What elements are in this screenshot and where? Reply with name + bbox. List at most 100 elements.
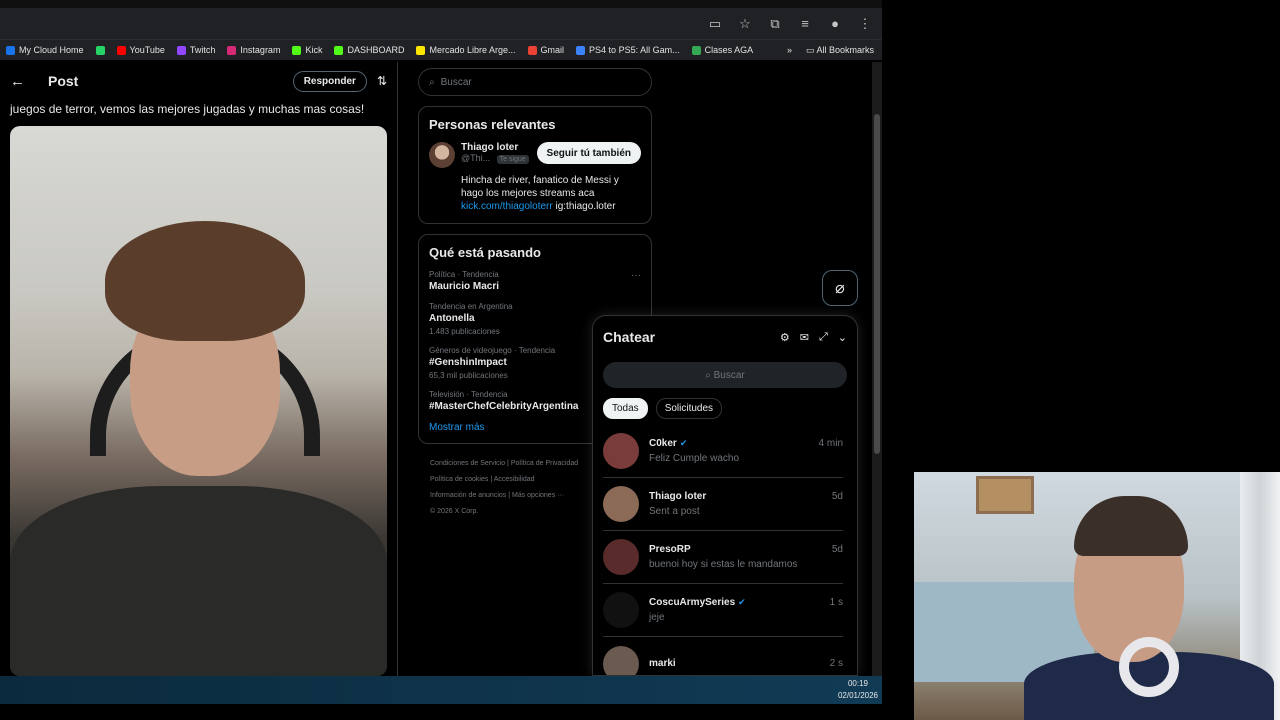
trend-meta: Tendencia en Argentina (429, 302, 513, 311)
search-input[interactable]: ⌕ Buscar (418, 68, 652, 96)
bookmark-item[interactable]: PS4 to PS5: All Gam... (570, 45, 686, 55)
footer-link[interactable]: Política de cookies (430, 476, 488, 483)
person-row[interactable]: Thiago loter @Thi... Te sigue Seguir tú … (429, 142, 641, 168)
browser-toolbar: ▭ ☆ ⧉ ≡ ● ⋮ (0, 0, 882, 40)
footer-link[interactable]: Información de anuncios (430, 492, 506, 499)
conversation-top: C0ker ✔ 4 min (649, 438, 843, 449)
expand-icon[interactable]: ⤢ (819, 331, 828, 344)
conversation-item[interactable]: CoscuArmySeries ✔ 1 s jeje (603, 584, 843, 637)
star-icon[interactable]: ☆ (736, 16, 754, 32)
bookmarks-bar: My Cloud Home YouTube Twitch Instagram Kick D… (0, 40, 882, 60)
all-bookmarks-folder[interactable]: ▭ All Bookmarks (806, 45, 874, 56)
photo-hair (105, 221, 305, 341)
bookmark-item[interactable] (90, 45, 111, 55)
more-options-icon[interactable]: ··· (631, 270, 641, 281)
gear-icon[interactable]: ⚙ (780, 331, 790, 344)
chat-panel: Chatear ⚙ ✉ ⤢ ⌄ ⌕ Buscar Todas Solicitud… (592, 315, 858, 676)
conversation-time: 5d (831, 491, 843, 502)
bookmark-item[interactable]: DASHBOARD (328, 45, 410, 55)
bookmark-item[interactable]: My Cloud Home (0, 45, 90, 55)
bookmark-item[interactable]: Gmail (522, 45, 571, 55)
avatar[interactable] (603, 592, 639, 628)
bookmark-item[interactable]: Kick (286, 45, 328, 55)
bookmark-label: YouTube (129, 45, 165, 55)
avatar[interactable] (603, 433, 639, 469)
conversation-name: Thiago loter (649, 491, 707, 502)
bookmark-label: DASHBOARD (347, 45, 405, 55)
chevron-down-icon[interactable]: ⌄ (838, 331, 847, 344)
conversation-name: PresoRP (649, 544, 691, 555)
menu-icon[interactable]: ⋮ (856, 16, 874, 32)
bookmark-item[interactable]: Instagram (221, 45, 286, 55)
streamer-cap (1074, 496, 1188, 556)
bookmark-label: PS4 to PS5: All Gam... (589, 45, 680, 55)
bookmark-item[interactable]: Mercado Libre Arge... (410, 45, 521, 55)
tab-all[interactable]: Todas (603, 398, 648, 419)
post-text: juegos de terror, vemos las mejores juga… (10, 102, 365, 116)
conversation-item[interactable]: marki 2 s (603, 637, 843, 675)
back-arrow-icon[interactable]: ← (10, 73, 40, 90)
footer-link[interactable]: © 2026 X Corp. (430, 508, 478, 515)
bookmark-favicon-icon (176, 45, 186, 55)
trend-item[interactable]: Política · Tendencia Mauricio Macri ··· (429, 270, 641, 292)
new-message-icon[interactable]: ✉ (800, 331, 809, 344)
taskbar-clock[interactable]: 00:19 02/01/2026 (838, 678, 878, 702)
card-title: Personas relevantes (429, 117, 556, 132)
page-title: Post (48, 73, 79, 89)
bookmark-favicon-icon (576, 45, 586, 55)
footer-link[interactable]: Política de Privacidad (511, 460, 578, 467)
verified-badge-icon: ✔ (738, 597, 746, 607)
conversation-top: marki 2 s (649, 658, 843, 669)
page-scrollbar[interactable] (872, 62, 882, 676)
conversation-item[interactable]: Thiago loter 5d Sent a post (603, 478, 843, 531)
person-handle: @Thi... (461, 153, 491, 163)
post-photo[interactable] (10, 126, 387, 676)
grok-icon[interactable]: ⌀ (822, 270, 858, 306)
bookmark-item[interactable]: Twitch (171, 45, 222, 55)
chat-search-placeholder: Buscar (713, 369, 745, 381)
taskbar: 00:19 02/01/2026 (0, 676, 882, 704)
scrollbar-thumb[interactable] (874, 114, 880, 454)
bookmark-item[interactable]: YouTube (111, 45, 171, 55)
conversation-item[interactable]: PresoRP 5d buenoi hoy si estas le mandamos (603, 531, 843, 584)
chat-search-input[interactable]: ⌕ Buscar (603, 362, 847, 388)
bookmark-favicon-icon (691, 45, 701, 55)
conversation-time: 5d (831, 544, 843, 555)
avatar[interactable] (603, 486, 639, 522)
bookmark-favicon-icon (6, 45, 15, 55)
bookmark-favicon-icon (95, 45, 105, 55)
conversation-name: C0ker (649, 438, 677, 449)
all-bookmarks-label: All Bookmarks (816, 44, 874, 55)
browser-toolbar-icons: ▭ ☆ ⧉ ≡ ● ⋮ (706, 16, 874, 32)
conversation-time: 4 min (818, 438, 843, 449)
footer-link[interactable]: Más opciones ··· (512, 492, 564, 499)
reply-button[interactable]: Responder (292, 70, 367, 92)
bookmark-label: Clases AGA (704, 45, 754, 55)
profile-icon[interactable]: ● (826, 16, 844, 32)
avatar[interactable] (603, 539, 639, 575)
avatar[interactable] (429, 142, 455, 168)
media-icon[interactable]: ≡ (796, 16, 814, 32)
bio-link[interactable]: kick.com/thiagoloterr (461, 201, 553, 212)
extensions-icon[interactable]: ⧉ (766, 16, 784, 32)
card-title: Qué está pasando (429, 245, 541, 260)
follow-back-button[interactable]: Seguir tú también (536, 142, 641, 164)
bookmark-label: Kick (305, 45, 323, 55)
footer-link[interactable]: Condiciones de Servicio (430, 460, 505, 467)
sliders-icon[interactable]: ⇅ (377, 74, 387, 88)
chat-header: Chatear ⚙ ✉ ⤢ ⌄ (593, 316, 857, 358)
tab-strip (0, 0, 882, 8)
chat-tabs: Todas Solicitudes (593, 388, 857, 425)
footer-link[interactable]: Accesibilidad (494, 476, 535, 483)
tab-requests[interactable]: Solicitudes (655, 398, 723, 419)
bookmark-favicon-icon (292, 45, 302, 55)
more-bookmarks-icon[interactable]: » (787, 45, 792, 55)
avatar[interactable] (603, 645, 639, 675)
bookmark-favicon-icon (527, 45, 537, 55)
bookmark-label: Gmail (540, 45, 565, 55)
chat-title: Chatear (603, 329, 656, 345)
conversation-item[interactable]: C0ker ✔ 4 min Feliz Cumple wacho (603, 425, 843, 478)
bookmark-item[interactable]: Clases AGA (686, 45, 760, 55)
person-name[interactable]: Thiago loter (461, 142, 531, 153)
cast-icon[interactable]: ▭ (706, 16, 724, 32)
